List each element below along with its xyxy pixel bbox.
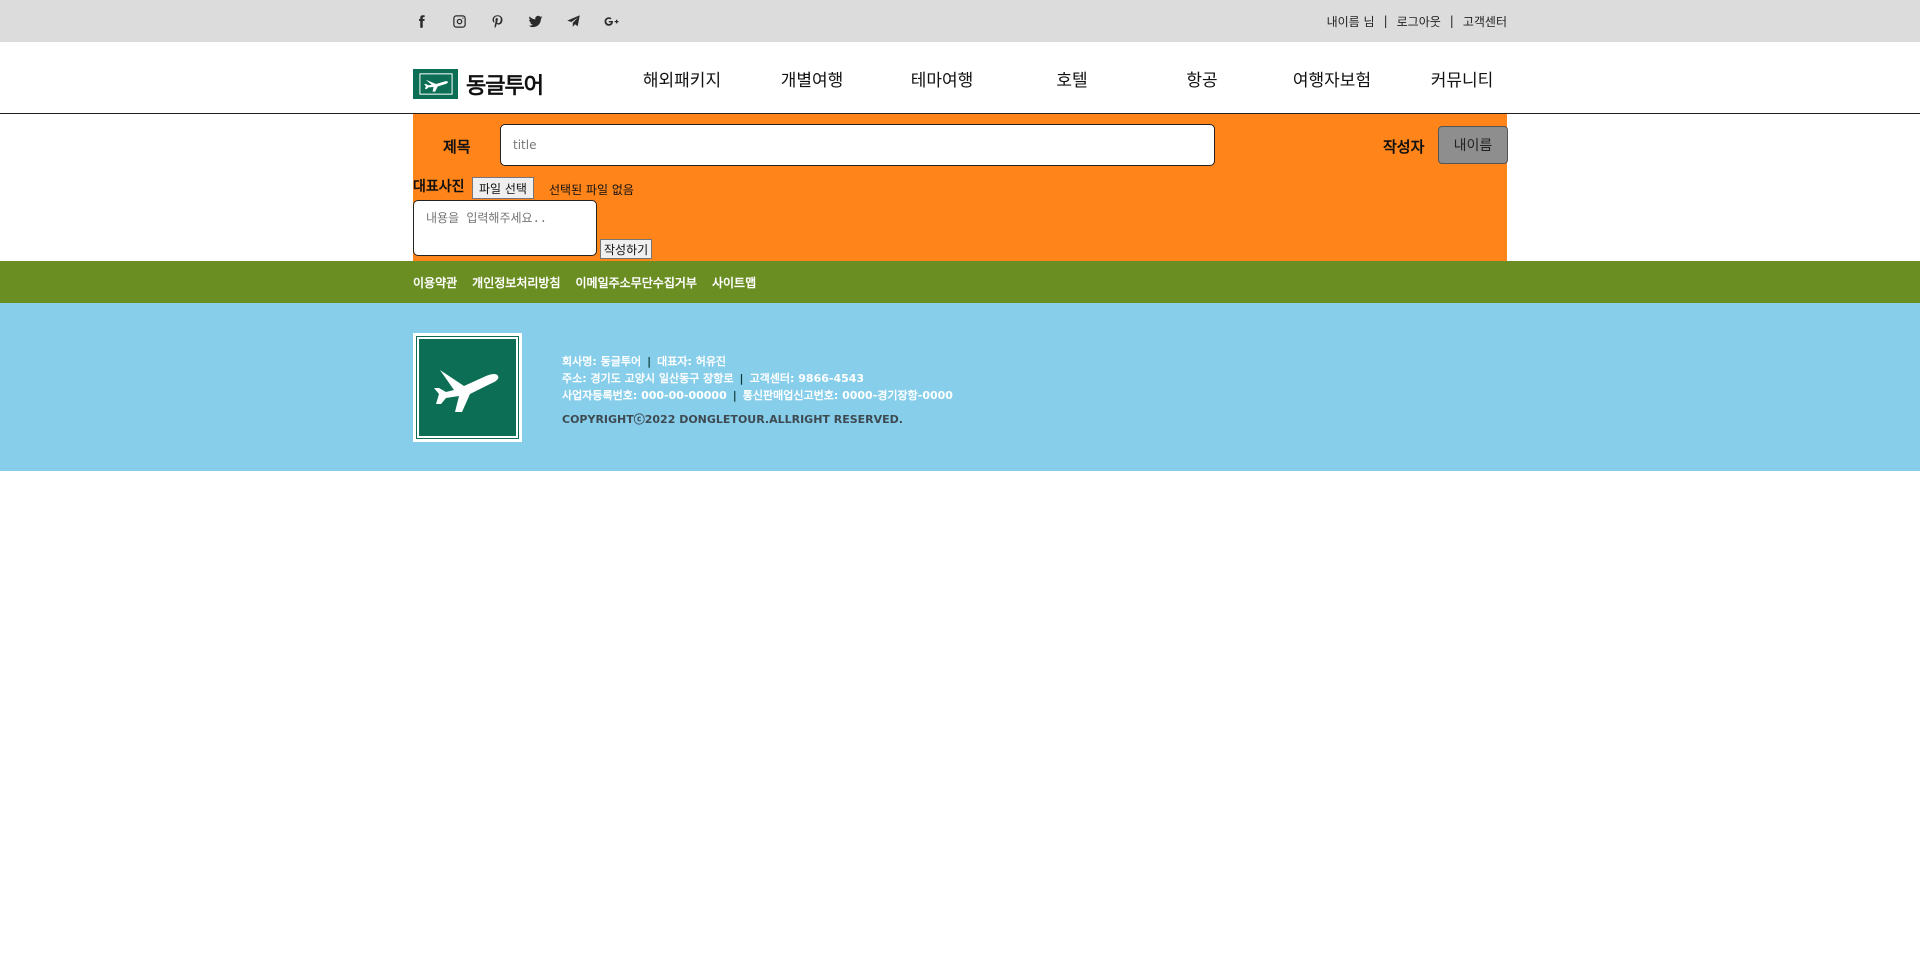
- user-name: 내이름 님: [1326, 14, 1375, 29]
- logo-text: 동글투어: [466, 74, 544, 99]
- file-status: 선택된 파일 없음: [549, 183, 634, 197]
- privacy-link[interactable]: 개인정보처리방침: [472, 274, 560, 291]
- divider: |: [739, 372, 744, 385]
- footer-links: 이용약관 개인정보처리방침 이메일주소무단수집거부 사이트맵: [413, 261, 771, 303]
- company-line-3: 사업자등록번호: 000-00-00000 | 통신판매업신고번호: 0000-경기…: [562, 387, 953, 404]
- nav-item-overseas-package[interactable]: 해외패키지: [617, 66, 747, 91]
- google-plus-icon[interactable]: [602, 12, 620, 30]
- divider: |: [732, 389, 737, 402]
- sitemap-link[interactable]: 사이트맵: [712, 274, 756, 291]
- author-label: 작성자: [1383, 138, 1425, 156]
- support-phone: 고객센터: 9866-4543: [749, 372, 865, 385]
- airplane-icon: [416, 336, 519, 439]
- ecommerce-number: 통신판매업신고번호: 0000-경기장항-0000: [742, 389, 953, 402]
- site-logo[interactable]: 동글투어: [413, 68, 544, 100]
- twitter-icon[interactable]: [526, 12, 544, 30]
- submit-button[interactable]: 작성하기: [600, 239, 653, 259]
- company-line-2: 주소: 경기도 고양시 일산동구 장항로 | 고객센터: 9866-4543: [562, 370, 953, 387]
- title-input[interactable]: [500, 124, 1215, 166]
- photo-label: 대표사진: [413, 179, 465, 195]
- logout-link[interactable]: 로그아웃: [1397, 13, 1441, 30]
- nav-item-theme-travel[interactable]: 테마여행: [877, 66, 1007, 91]
- footer-logo: [413, 333, 522, 442]
- terms-link[interactable]: 이용약관: [413, 274, 457, 291]
- post-form: 제목 작성자 내이름 대표사진 파일 선택 선택된 파일 없음 작성하기: [413, 114, 1508, 261]
- file-select-button[interactable]: 파일 선택: [472, 177, 534, 199]
- ceo-name: 대표자: 허유진: [657, 355, 727, 368]
- user-links: 내이름 님 | 로그아웃 | 고객센터: [1327, 0, 1507, 42]
- nav-item-airline[interactable]: 항공: [1137, 66, 1267, 91]
- main-nav: 해외패키지 개별여행 테마여행 호텔 항공 여행자보험 커뮤니티: [617, 42, 1527, 114]
- email-policy-link[interactable]: 이메일주소무단수집거부: [576, 274, 697, 291]
- nav-item-individual-travel[interactable]: 개별여행: [747, 66, 877, 91]
- telegram-icon[interactable]: [564, 12, 582, 30]
- business-number: 사업자등록번호: 000-00-00000: [562, 389, 727, 402]
- pinterest-icon[interactable]: [488, 12, 506, 30]
- instagram-icon[interactable]: [450, 12, 468, 30]
- company-name: 회사명: 동글투어: [562, 355, 642, 368]
- nav-item-community[interactable]: 커뮤니티: [1397, 66, 1527, 91]
- author-value: 내이름: [1438, 126, 1508, 164]
- airplane-logo-icon: [413, 69, 458, 99]
- content-textarea[interactable]: [413, 200, 597, 256]
- company-line-1: 회사명: 동글투어 | 대표자: 허유진: [562, 353, 953, 370]
- nav-item-travel-insurance[interactable]: 여행자보험: [1267, 66, 1397, 91]
- nav-item-hotel[interactable]: 호텔: [1007, 66, 1137, 91]
- facebook-icon[interactable]: [412, 12, 430, 30]
- footer-info: 회사명: 동글투어 | 대표자: 허유진 주소: 경기도 고양시 일산동구 장항로 |…: [0, 303, 1920, 471]
- main-header: 동글투어 해외패키지 개별여행 테마여행 호텔 항공 여행자보험 커뮤니티: [0, 42, 1920, 114]
- address: 주소: 경기도 고양시 일산동구 장항로: [562, 372, 734, 385]
- footer-links-bar: 이용약관 개인정보처리방침 이메일주소무단수집거부 사이트맵: [0, 261, 1920, 303]
- top-utility-bar: 내이름 님 | 로그아웃 | 고객센터: [0, 0, 1920, 42]
- separator: |: [1449, 14, 1454, 28]
- copyright: COPYRIGHTⓒ2022 DONGLETOUR.ALLRIGHT RESER…: [562, 413, 903, 426]
- social-links: [412, 0, 640, 42]
- company-info: 회사명: 동글투어 | 대표자: 허유진 주소: 경기도 고양시 일산동구 장항로 |…: [562, 353, 953, 428]
- support-link[interactable]: 고객센터: [1463, 13, 1507, 30]
- separator: |: [1383, 14, 1388, 28]
- title-label: 제목: [443, 138, 471, 156]
- divider: |: [647, 355, 652, 368]
